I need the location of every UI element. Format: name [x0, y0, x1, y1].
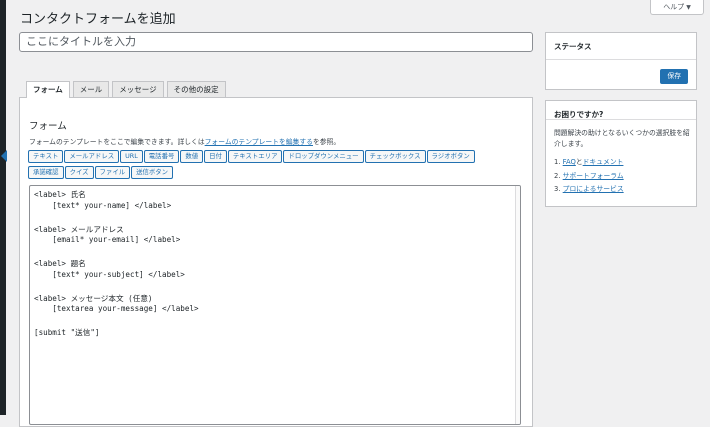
- form-template-editor[interactable]: <label> 氏名 [text* your-name] </label> <l…: [29, 185, 521, 425]
- title-placeholder: ここにタイトルを入力: [26, 35, 136, 48]
- tag-button-submit[interactable]: 送信ボタン: [131, 166, 174, 179]
- tag-button-radio[interactable]: ラジオボタン: [426, 150, 475, 163]
- title-input[interactable]: ここにタイトルを入力: [19, 32, 533, 52]
- help-links-list: 1. FAQとドキュメント 2. サポートフォーラム 3. プロによるサービス: [554, 156, 624, 197]
- editor-tabs: フォーム メール メッセージ その他の設定: [26, 81, 226, 98]
- help-box: お困りですか? 問題解決の助けとなるいくつかの選択肢を紹介します。 1. FAQ…: [545, 100, 697, 207]
- list-number: 3.: [554, 185, 561, 193]
- code-line: [email* your-email] </label>: [34, 235, 181, 244]
- code-line: [text* your-subject] </label>: [34, 269, 185, 279]
- code-line: <label> メッセージ本文 (任意): [34, 293, 153, 303]
- support-forum-link[interactable]: サポートフォーラム: [563, 172, 624, 180]
- tag-button-number[interactable]: 数値: [180, 150, 204, 163]
- tag-button-url[interactable]: URL: [120, 150, 143, 163]
- tag-button-text[interactable]: テキスト: [28, 150, 64, 163]
- code-line: [submit "送信"]: [34, 328, 100, 337]
- divider: [546, 59, 696, 60]
- status-box-title: ステータス: [554, 42, 592, 51]
- desc-text-before: フォームのテンプレートをここで編集できます。詳しくは: [29, 138, 205, 146]
- form-panel: フォーム フォームのテンプレートをここで編集できます。詳しくはフォームのテンプレ…: [19, 97, 533, 427]
- tab-form[interactable]: フォーム: [26, 81, 70, 98]
- page-title: コンタクトフォームを追加: [20, 12, 176, 27]
- tag-button-checkbox[interactable]: チェックボックス: [364, 150, 426, 163]
- admin-menu-edge: [0, 0, 7, 415]
- status-box: ステータス 保存: [545, 32, 697, 90]
- list-number: 2.: [554, 171, 561, 180]
- form-panel-heading: フォーム: [29, 121, 67, 132]
- code-line: <label> 題名: [34, 259, 86, 268]
- code-line: [text* your-name] </label>: [34, 200, 172, 210]
- help-tab-label: ヘルプ: [663, 3, 685, 11]
- tab-messages[interactable]: メッセージ: [112, 81, 164, 97]
- tag-button-dropdown[interactable]: ドロップダウンメニュー: [283, 150, 364, 163]
- list-item: 2. サポートフォーラム: [554, 170, 624, 184]
- list-number: 1.: [554, 158, 561, 166]
- tag-button-acceptance[interactable]: 承諾確認: [28, 166, 64, 179]
- save-button[interactable]: 保存: [660, 69, 688, 84]
- code-line: [textarea your-message] </label>: [34, 304, 199, 313]
- editor-scrollbar[interactable]: [515, 186, 520, 424]
- list-separator: と: [575, 158, 583, 166]
- code-line: <label> メールアドレス: [34, 224, 124, 234]
- tag-button-textarea[interactable]: テキストエリア: [227, 150, 283, 163]
- list-item: 3. プロによるサービス: [554, 183, 624, 197]
- edit-template-link[interactable]: フォームのテンプレートを編集する: [205, 138, 313, 146]
- code-line: <label> 氏名: [34, 190, 86, 199]
- chevron-down-icon: ▼: [686, 4, 691, 11]
- desc-text-after: を参照。: [312, 138, 341, 146]
- form-panel-description: フォームのテンプレートをここで編集できます。詳しくはフォームのテンプレートを編集…: [29, 136, 340, 146]
- help-tab-button[interactable]: ヘルプ ▼: [650, 0, 704, 15]
- tag-button-file[interactable]: ファイル: [94, 166, 131, 179]
- divider: [546, 119, 696, 120]
- tag-button-email[interactable]: メールアドレス: [64, 150, 120, 163]
- list-item: 1. FAQとドキュメント: [554, 156, 624, 170]
- faq-link[interactable]: FAQ: [563, 158, 576, 166]
- tab-mail[interactable]: メール: [72, 81, 110, 97]
- help-box-text: 問題解決の助けとなるいくつかの選択肢を紹介します。: [554, 129, 690, 148]
- documentation-link[interactable]: ドキュメント: [583, 158, 624, 166]
- tag-button-quiz[interactable]: クイズ: [64, 166, 94, 179]
- tag-button-date[interactable]: 日付: [204, 150, 227, 163]
- tag-button-tel[interactable]: 電話番号: [143, 150, 180, 163]
- tag-generator-bar: テキスト メールアドレス URL 電話番号 数値 日付 テキストエリア ドロップダウンメニュー…: [28, 150, 528, 182]
- tab-additional-settings[interactable]: その他の設定: [166, 81, 226, 97]
- professional-services-link[interactable]: プロによるサービス: [563, 185, 624, 193]
- current-menu-arrow-icon: [1, 150, 7, 162]
